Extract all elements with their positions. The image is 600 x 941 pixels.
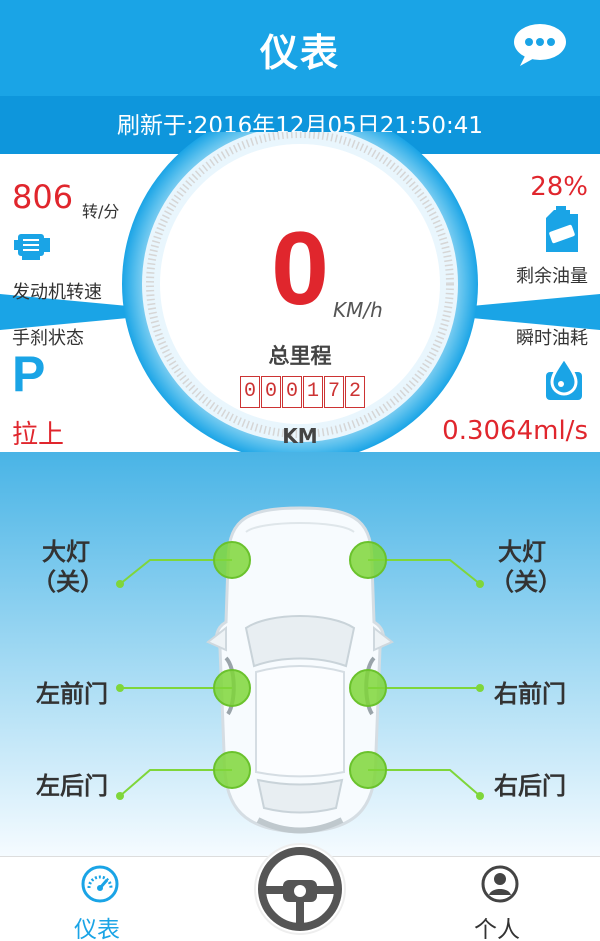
headlight-right-indicator — [349, 541, 387, 579]
person-icon[interactable] — [480, 864, 520, 904]
headlight-left-indicator — [213, 541, 251, 579]
gauge-icon[interactable] — [80, 864, 120, 904]
odometer: 0 0 0 1 7 2 — [240, 376, 366, 408]
front-left-door-indicator — [213, 669, 251, 707]
odometer-digit: 1 — [303, 376, 323, 408]
headlight-right-state: （关） — [490, 568, 562, 596]
speed-unit: KM/h — [333, 298, 383, 322]
steering-wheel-icon[interactable] — [253, 842, 347, 936]
odometer-digit: 0 — [261, 376, 281, 408]
odometer-digit: 2 — [345, 376, 365, 408]
engine-rpm-value: 806 — [12, 178, 74, 216]
rear-left-door-label: 左后门 — [36, 772, 108, 800]
front-right-door-indicator — [349, 669, 387, 707]
nav-dashboard-label[interactable]: 仪表 — [74, 910, 120, 941]
odometer-digit: 7 — [324, 376, 344, 408]
odometer-digit: 0 — [282, 376, 302, 408]
nav-me-label[interactable]: 个人 — [474, 910, 520, 941]
rear-left-door-indicator — [213, 751, 251, 789]
front-left-door-label: 左前门 — [36, 680, 108, 708]
odometer-digit: 0 — [240, 376, 260, 408]
front-right-door-label: 右前门 — [494, 680, 566, 708]
chat-icon[interactable] — [512, 22, 568, 68]
rear-right-door-label: 右后门 — [494, 772, 566, 800]
headlight-left-state: （关） — [32, 568, 104, 596]
rear-right-door-indicator — [349, 751, 387, 789]
speed-value: 0 — [271, 211, 329, 327]
odometer-label: 总里程 — [268, 344, 332, 368]
odometer-unit: KM — [282, 424, 318, 448]
fuel-remaining-value: 28% — [530, 172, 588, 202]
page-title: 仪表 — [259, 31, 340, 75]
